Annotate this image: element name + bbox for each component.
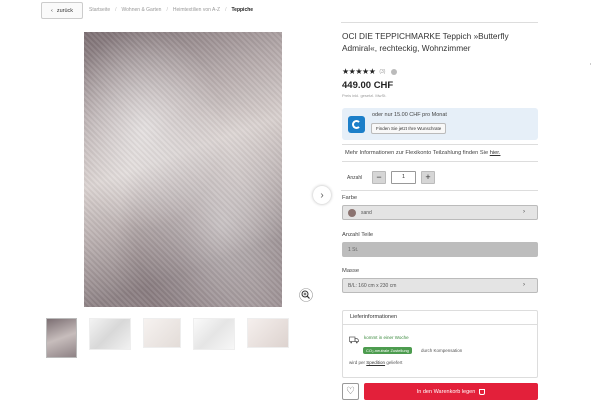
decorative-mark (590, 63, 591, 65)
financing-text: oder nur 15.00 CHF pro Monat (372, 112, 447, 118)
co2-badge: CO₂-neutrale Zustellung (363, 347, 412, 354)
thumbnail-strip (46, 318, 289, 358)
back-label: zurück (56, 7, 74, 14)
color-select[interactable]: sand › (342, 205, 538, 220)
finance-logo-icon (348, 116, 365, 133)
breadcrumb-current: Teppiche (231, 7, 254, 13)
quantity-plus-button[interactable]: + (421, 171, 435, 184)
thumbnail-5[interactable] (247, 318, 289, 348)
shipping-link[interactable]: Spedition (366, 360, 385, 365)
flexikonto-text: Mehr Informationen zur Flexikonto Teilza… (345, 150, 489, 156)
chevron-left-icon: ‹ (50, 7, 53, 14)
breadcrumb-home[interactable]: Startseite (89, 7, 110, 13)
cart-label: In den Warenkorb legen (416, 388, 476, 395)
chevron-right-icon[interactable]: › (313, 186, 331, 204)
truck-icon (349, 336, 359, 344)
parts-label: Anzahl Teile (342, 232, 374, 238)
delivery-time: kommt in einer Woche (364, 335, 409, 340)
financing-button[interactable]: Finden Sie jetzt Ihre Wunschrate (371, 123, 447, 134)
parts-value: 1 St. (348, 246, 359, 253)
wishlist-button[interactable]: ♡ (342, 383, 359, 400)
product-price: 449.00 CHF (342, 80, 394, 91)
thumbnail-1[interactable] (46, 318, 77, 358)
delivery-title: Lieferinformationen (350, 314, 398, 320)
quantity-label: Anzahl (347, 175, 363, 181)
breadcrumb-wohnen[interactable]: Wohnen & Garten (122, 7, 162, 13)
flexikonto-link[interactable]: hier. (490, 150, 501, 156)
financing-box: oder nur 15.00 CHF pro Monat Finden Sie … (342, 108, 538, 140)
heart-icon: ♡ (346, 386, 355, 397)
shipping-info: wird per Spedition geliefert (349, 360, 402, 365)
divider (341, 22, 538, 23)
color-value: sand (361, 209, 372, 216)
co2-text: durch Kompensation (421, 348, 463, 353)
chevron-right-icon: › (523, 209, 525, 215)
product-title: OCI DIE TEPPICHMARKE Teppich »Butterfly … (342, 31, 509, 53)
back-button[interactable]: ‹ zurück (41, 2, 83, 19)
color-label: Farbe (342, 195, 358, 201)
divider (343, 324, 537, 325)
size-select[interactable]: B/L: 160 cm x 230 cm › (342, 278, 538, 293)
size-value: B/L: 160 cm x 230 cm (348, 282, 397, 289)
star-rating-icon: ★★★★★ (342, 67, 376, 76)
add-to-cart-button[interactable]: In den Warenkorb legen (364, 383, 538, 400)
rating-count: (3) (379, 68, 386, 75)
breadcrumb-separator: / (115, 7, 117, 13)
product-main-image[interactable] (84, 32, 282, 307)
quantity-minus-button[interactable]: − (372, 171, 386, 184)
delivery-info-box: Lieferinformationen kommt in einer Woche… (342, 310, 538, 378)
flexikonto-info: Mehr Informationen zur Flexikonto Teilza… (342, 144, 538, 162)
chevron-right-icon: › (523, 282, 525, 288)
info-icon[interactable] (391, 68, 398, 75)
thumbnail-3[interactable] (143, 318, 181, 348)
zoom-in-icon[interactable] (299, 288, 313, 302)
price-note: Preis inkl. gesetzl. MwSt. (342, 93, 387, 98)
cart-icon (479, 388, 486, 395)
thumbnail-2[interactable] (89, 318, 131, 350)
parts-select: 1 St. (342, 242, 538, 257)
shipping-suffix: geliefert (386, 360, 403, 365)
product-rating[interactable]: ★★★★★ (3) (342, 67, 398, 76)
breadcrumb-separator: / (166, 7, 168, 13)
thumbnail-4[interactable] (193, 318, 235, 350)
breadcrumb-separator: / (225, 7, 227, 13)
quantity-input[interactable]: 1 (391, 171, 416, 184)
breadcrumb-heimtextilien[interactable]: Heimtextilien von A-Z (173, 7, 220, 13)
shipping-prefix: wird per (349, 360, 366, 365)
divider (341, 190, 538, 191)
size-label: Masse (342, 268, 360, 274)
color-swatch (348, 208, 356, 217)
breadcrumb: Startseite / Wohnen & Garten / Heimtexti… (89, 7, 253, 13)
